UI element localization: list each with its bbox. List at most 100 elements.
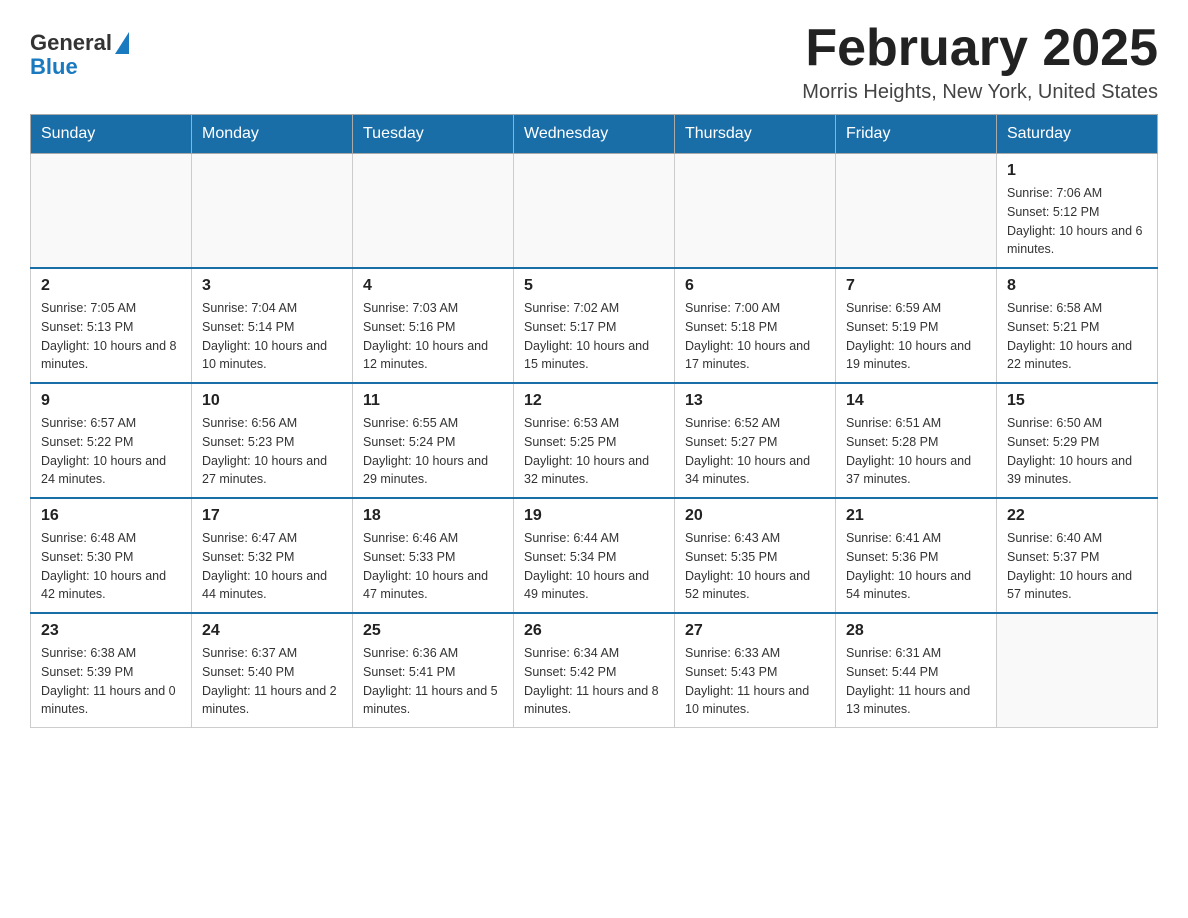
calendar-week-row: 1 Sunrise: 7:06 AM Sunset: 5:12 PM Daylig… (31, 154, 1158, 269)
calendar-day-cell: 10 Sunrise: 6:56 AM Sunset: 5:23 PM Dayli… (192, 383, 353, 498)
day-info: Sunrise: 6:51 AM Sunset: 5:28 PM Dayligh… (846, 414, 986, 489)
calendar-week-row: 2 Sunrise: 7:05 AM Sunset: 5:13 PM Daylig… (31, 268, 1158, 383)
day-number: 8 (1007, 277, 1147, 295)
day-number: 17 (202, 507, 342, 525)
calendar-day-cell (514, 154, 675, 269)
calendar-day-cell (997, 613, 1158, 728)
weekday-header-sunday: Sunday (31, 115, 192, 154)
day-number: 15 (1007, 392, 1147, 410)
calendar-day-cell: 9 Sunrise: 6:57 AM Sunset: 5:22 PM Daylig… (31, 383, 192, 498)
day-info: Sunrise: 7:00 AM Sunset: 5:18 PM Dayligh… (685, 299, 825, 374)
day-number: 9 (41, 392, 181, 410)
calendar-week-row: 23 Sunrise: 6:38 AM Sunset: 5:39 PM Dayli… (31, 613, 1158, 728)
day-number: 20 (685, 507, 825, 525)
day-info: Sunrise: 6:58 AM Sunset: 5:21 PM Dayligh… (1007, 299, 1147, 374)
calendar-day-cell: 17 Sunrise: 6:47 AM Sunset: 5:32 PM Dayli… (192, 498, 353, 613)
day-info: Sunrise: 6:31 AM Sunset: 5:44 PM Dayligh… (846, 644, 986, 719)
calendar-day-cell: 16Sunrise: 6:48 AM Sunset: 5:30 PM Dayli… (31, 498, 192, 613)
day-info: Sunrise: 6:36 AM Sunset: 5:41 PM Dayligh… (363, 644, 503, 719)
calendar-day-cell: 28 Sunrise: 6:31 AM Sunset: 5:44 PM Dayli… (836, 613, 997, 728)
calendar-table: SundayMondayTuesdayWednesdayThursdayFrid… (30, 114, 1158, 728)
calendar-day-cell: 6Sunrise: 7:00 AM Sunset: 5:18 PM Daylig… (675, 268, 836, 383)
day-number: 10 (202, 392, 342, 410)
day-info: Sunrise: 7:05 AM Sunset: 5:13 PM Dayligh… (41, 299, 181, 374)
calendar-day-cell: 11 Sunrise: 6:55 AM Sunset: 5:24 PM Dayli… (353, 383, 514, 498)
day-number: 13 (685, 392, 825, 410)
calendar-day-cell (192, 154, 353, 269)
calendar-day-cell (836, 154, 997, 269)
calendar-week-row: 16Sunrise: 6:48 AM Sunset: 5:30 PM Dayli… (31, 498, 1158, 613)
day-number: 18 (363, 507, 503, 525)
calendar-day-cell: 1 Sunrise: 7:06 AM Sunset: 5:12 PM Daylig… (997, 154, 1158, 269)
month-title: February 2025 (802, 20, 1158, 77)
calendar-day-cell: 23 Sunrise: 6:38 AM Sunset: 5:39 PM Dayli… (31, 613, 192, 728)
logo-triangle-icon (115, 32, 129, 54)
calendar-day-cell: 18 Sunrise: 6:46 AM Sunset: 5:33 PM Dayli… (353, 498, 514, 613)
calendar-day-cell: 21Sunrise: 6:41 AM Sunset: 5:36 PM Dayli… (836, 498, 997, 613)
calendar-day-cell: 7 Sunrise: 6:59 AM Sunset: 5:19 PM Daylig… (836, 268, 997, 383)
day-number: 1 (1007, 162, 1147, 180)
day-number: 11 (363, 392, 503, 410)
day-info: Sunrise: 6:48 AM Sunset: 5:30 PM Dayligh… (41, 529, 181, 604)
day-number: 3 (202, 277, 342, 295)
calendar-week-row: 9 Sunrise: 6:57 AM Sunset: 5:22 PM Daylig… (31, 383, 1158, 498)
day-number: 24 (202, 622, 342, 640)
day-number: 14 (846, 392, 986, 410)
weekday-header-friday: Friday (836, 115, 997, 154)
day-info: Sunrise: 6:40 AM Sunset: 5:37 PM Dayligh… (1007, 529, 1147, 604)
calendar-day-cell: 2 Sunrise: 7:05 AM Sunset: 5:13 PM Daylig… (31, 268, 192, 383)
calendar-day-cell: 20 Sunrise: 6:43 AM Sunset: 5:35 PM Dayli… (675, 498, 836, 613)
day-info: Sunrise: 6:57 AM Sunset: 5:22 PM Dayligh… (41, 414, 181, 489)
weekday-header-wednesday: Wednesday (514, 115, 675, 154)
day-info: Sunrise: 6:34 AM Sunset: 5:42 PM Dayligh… (524, 644, 664, 719)
day-info: Sunrise: 6:33 AM Sunset: 5:43 PM Dayligh… (685, 644, 825, 719)
day-number: 7 (846, 277, 986, 295)
calendar-day-cell: 19 Sunrise: 6:44 AM Sunset: 5:34 PM Dayli… (514, 498, 675, 613)
day-number: 27 (685, 622, 825, 640)
day-number: 19 (524, 507, 664, 525)
day-number: 25 (363, 622, 503, 640)
day-number: 5 (524, 277, 664, 295)
day-info: Sunrise: 6:38 AM Sunset: 5:39 PM Dayligh… (41, 644, 181, 719)
day-number: 22 (1007, 507, 1147, 525)
day-info: Sunrise: 6:46 AM Sunset: 5:33 PM Dayligh… (363, 529, 503, 604)
calendar-day-cell: 25 Sunrise: 6:36 AM Sunset: 5:41 PM Dayli… (353, 613, 514, 728)
day-number: 12 (524, 392, 664, 410)
day-number: 23 (41, 622, 181, 640)
calendar-day-cell: 3Sunrise: 7:04 AM Sunset: 5:14 PM Daylig… (192, 268, 353, 383)
day-number: 28 (846, 622, 986, 640)
calendar-day-cell (31, 154, 192, 269)
day-number: 2 (41, 277, 181, 295)
day-info: Sunrise: 6:47 AM Sunset: 5:32 PM Dayligh… (202, 529, 342, 604)
day-info: Sunrise: 6:43 AM Sunset: 5:35 PM Dayligh… (685, 529, 825, 604)
calendar-day-cell: 5 Sunrise: 7:02 AM Sunset: 5:17 PM Daylig… (514, 268, 675, 383)
calendar-day-cell: 27 Sunrise: 6:33 AM Sunset: 5:43 PM Dayli… (675, 613, 836, 728)
calendar-day-cell (675, 154, 836, 269)
day-info: Sunrise: 7:03 AM Sunset: 5:16 PM Dayligh… (363, 299, 503, 374)
calendar-day-cell: 24 Sunrise: 6:37 AM Sunset: 5:40 PM Dayli… (192, 613, 353, 728)
day-info: Sunrise: 6:53 AM Sunset: 5:25 PM Dayligh… (524, 414, 664, 489)
calendar-day-cell: 12 Sunrise: 6:53 AM Sunset: 5:25 PM Dayli… (514, 383, 675, 498)
weekday-header-thursday: Thursday (675, 115, 836, 154)
day-info: Sunrise: 6:37 AM Sunset: 5:40 PM Dayligh… (202, 644, 342, 719)
calendar-day-cell: 4 Sunrise: 7:03 AM Sunset: 5:16 PM Daylig… (353, 268, 514, 383)
day-info: Sunrise: 6:59 AM Sunset: 5:19 PM Dayligh… (846, 299, 986, 374)
day-info: Sunrise: 6:44 AM Sunset: 5:34 PM Dayligh… (524, 529, 664, 604)
day-number: 4 (363, 277, 503, 295)
day-info: Sunrise: 6:56 AM Sunset: 5:23 PM Dayligh… (202, 414, 342, 489)
calendar-day-cell: 14 Sunrise: 6:51 AM Sunset: 5:28 PM Dayli… (836, 383, 997, 498)
location-label: Morris Heights, New York, United States (802, 81, 1158, 104)
title-section: February 2025 Morris Heights, New York, … (802, 20, 1158, 104)
calendar-day-cell: 22 Sunrise: 6:40 AM Sunset: 5:37 PM Dayli… (997, 498, 1158, 613)
day-info: Sunrise: 6:55 AM Sunset: 5:24 PM Dayligh… (363, 414, 503, 489)
day-info: Sunrise: 6:41 AM Sunset: 5:36 PM Dayligh… (846, 529, 986, 604)
calendar-header-row: SundayMondayTuesdayWednesdayThursdayFrid… (31, 115, 1158, 154)
weekday-header-monday: Monday (192, 115, 353, 154)
logo: General Blue (30, 30, 129, 80)
calendar-day-cell (353, 154, 514, 269)
day-info: Sunrise: 7:02 AM Sunset: 5:17 PM Dayligh… (524, 299, 664, 374)
day-info: Sunrise: 7:06 AM Sunset: 5:12 PM Dayligh… (1007, 184, 1147, 259)
logo-blue-text: Blue (30, 54, 78, 80)
calendar-day-cell: 26Sunrise: 6:34 AM Sunset: 5:42 PM Dayli… (514, 613, 675, 728)
calendar-day-cell: 15Sunrise: 6:50 AM Sunset: 5:29 PM Dayli… (997, 383, 1158, 498)
